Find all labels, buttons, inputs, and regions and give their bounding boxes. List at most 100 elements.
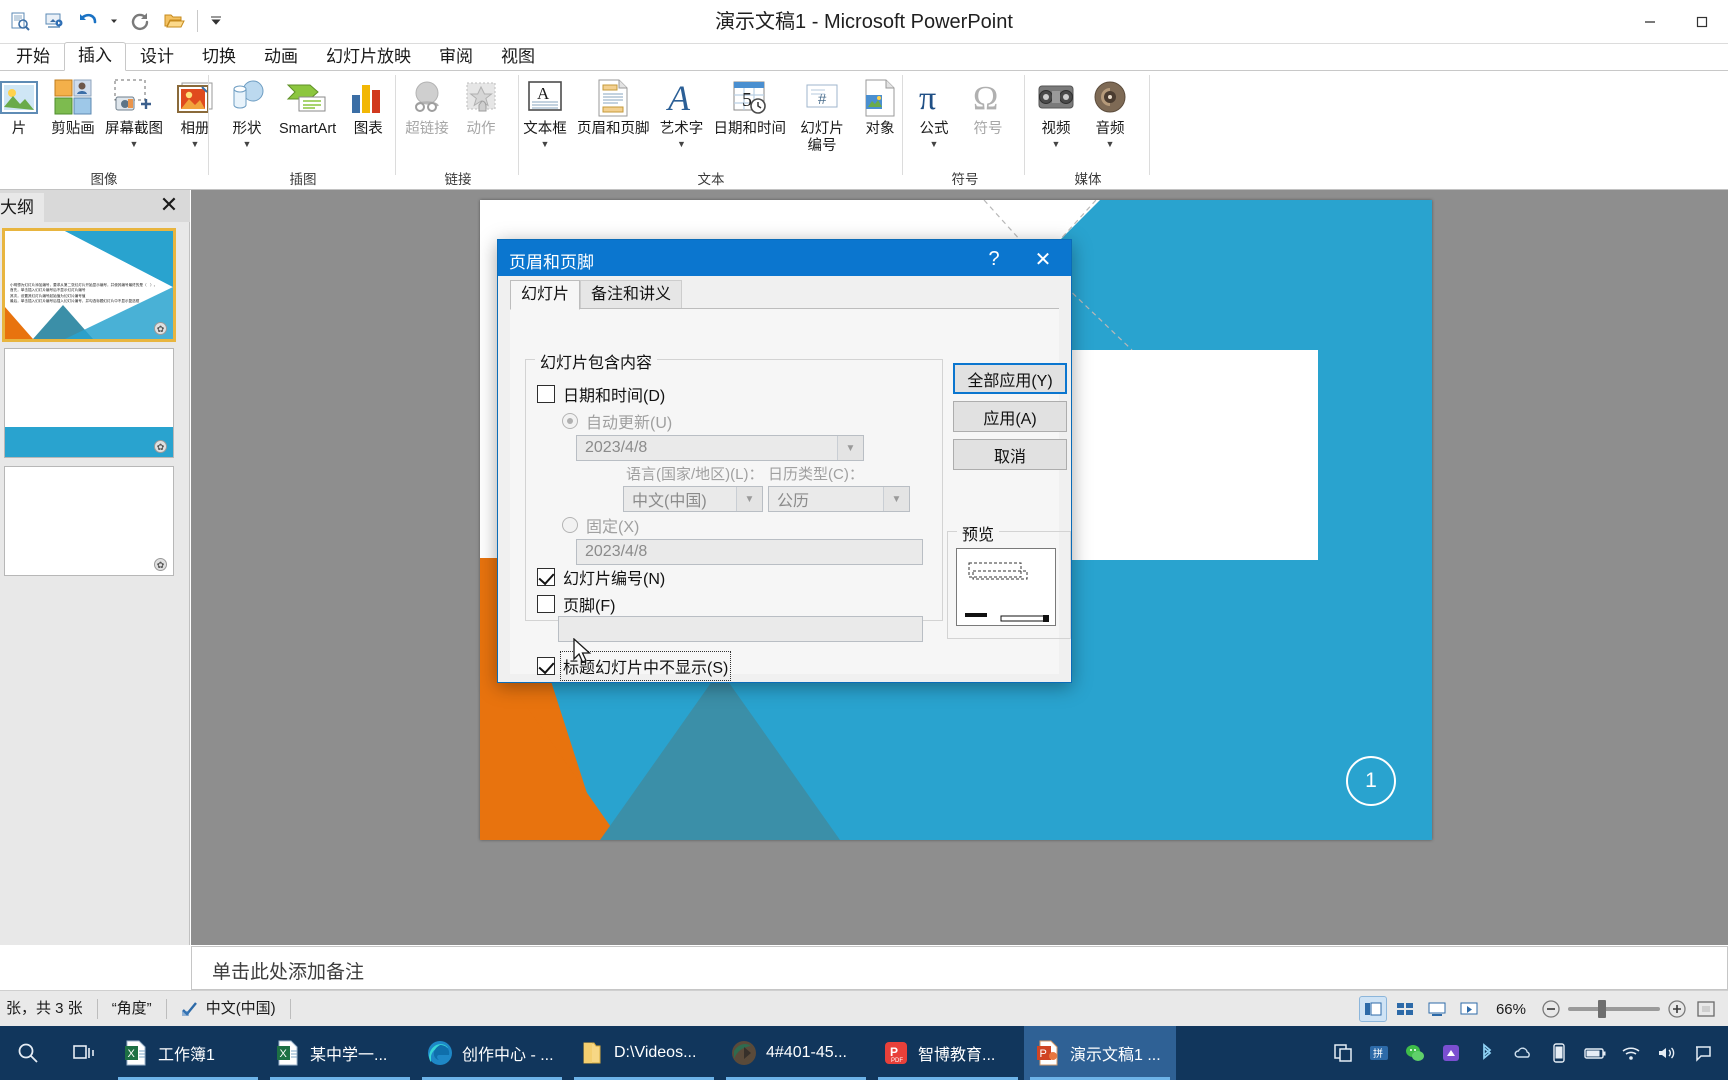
apply-button[interactable]: 应用(A) (953, 401, 1067, 432)
slide-thumbnail-3[interactable]: ✿ (4, 466, 174, 576)
notification-icon[interactable] (1686, 1026, 1720, 1080)
dialog-tab-slide[interactable]: 幻灯片 (510, 280, 581, 310)
ribbon-tab-view[interactable]: 视图 (487, 43, 549, 71)
auto-update-radio-row[interactable]: 自动更新(U) (562, 409, 672, 433)
slideshow-icon[interactable] (40, 7, 68, 35)
chevron-down-icon[interactable]: ▼ (736, 487, 762, 511)
apply-to-all-button[interactable]: 全部应用(Y) (953, 363, 1067, 394)
chevron-down-icon[interactable]: ▼ (130, 139, 139, 149)
chevron-down-icon[interactable]: ▼ (1106, 139, 1115, 149)
bluetooth-icon[interactable] (1470, 1026, 1504, 1080)
copy-icon[interactable] (1326, 1026, 1360, 1080)
dialog-tab-notes-handouts[interactable]: 备注和讲义 (580, 280, 683, 310)
zoom-slider[interactable] (1568, 1000, 1660, 1018)
auto-update-date-combo[interactable]: 2023/4/8 ▼ (576, 435, 864, 461)
ribbon-item-header-footer[interactable]: 页眉和页脚 (572, 73, 655, 138)
hide-on-title-slide-checkbox-row[interactable]: 标题幻灯片中不显示(S) (537, 651, 732, 681)
zoom-in-button[interactable] (1666, 998, 1688, 1020)
fit-to-window-button[interactable] (1694, 998, 1718, 1020)
calendar-combo[interactable]: 公历 ▼ (768, 486, 910, 512)
ribbon-tab-start[interactable]: 开始 (2, 43, 64, 71)
zoom-level-label[interactable]: 66% (1488, 1001, 1534, 1018)
taskbar-app-powerpoint[interactable]: P 演示文稿1 ... (1024, 1026, 1176, 1080)
ribbon-tab-animations[interactable]: 动画 (250, 43, 312, 71)
status-language[interactable]: 中文(中国) (167, 997, 290, 1021)
slide-sorter-view-button[interactable] (1392, 997, 1418, 1021)
volume-icon[interactable] (1650, 1026, 1684, 1080)
close-icon[interactable]: ✕ (1021, 244, 1065, 274)
restore-button[interactable] (1676, 0, 1728, 44)
zoom-slider-thumb[interactable] (1598, 1000, 1606, 1018)
ribbon-tab-insert[interactable]: 插入 (64, 42, 126, 71)
chevron-down-icon[interactable]: ▼ (677, 139, 686, 149)
input-method-icon[interactable]: 拼 (1362, 1026, 1396, 1080)
status-theme[interactable]: “角度” (98, 997, 166, 1021)
print-preview-icon[interactable] (6, 7, 34, 35)
zoom-out-button[interactable] (1540, 998, 1562, 1020)
ribbon-tab-review[interactable]: 审阅 (425, 43, 487, 71)
date-time-checkbox-row[interactable]: 日期和时间(D) (537, 382, 665, 406)
language-combo[interactable]: 中文(中国) ▼ (623, 486, 763, 512)
open-icon[interactable] (160, 7, 188, 35)
fixed-radio[interactable] (562, 517, 578, 533)
chevron-down-icon[interactable]: ▼ (191, 139, 200, 149)
close-icon[interactable]: ✕ (156, 192, 182, 218)
ribbon-item-audio[interactable]: 音频 ▼ (1083, 73, 1137, 149)
fixed-radio-row[interactable]: 固定(X) (562, 513, 639, 537)
ribbon-item-slide-number[interactable]: # 幻灯片编号 (791, 73, 853, 155)
ribbon-item-screenshot[interactable]: 屏幕截图 ▼ (100, 73, 168, 149)
redo-icon[interactable] (126, 7, 154, 35)
slideshow-view-button[interactable] (1456, 997, 1482, 1021)
ribbon-item-object[interactable]: 对象 (853, 73, 907, 138)
undo-icon[interactable] (74, 7, 102, 35)
wifi-icon[interactable] (1614, 1026, 1648, 1080)
help-icon[interactable]: ? (977, 244, 1011, 274)
customize-qat-icon[interactable] (207, 7, 225, 35)
chevron-down-icon[interactable]: ▼ (541, 139, 550, 149)
chevron-down-icon[interactable]: ▼ (1052, 139, 1061, 149)
search-icon[interactable] (0, 1026, 56, 1080)
app-icon[interactable] (1434, 1026, 1468, 1080)
slide-number-checkbox-row[interactable]: 幻灯片编号(N) (537, 565, 665, 589)
ribbon-item-clipart[interactable]: 剪贴画 (46, 73, 100, 138)
ribbon-tab-transitions[interactable]: 切换 (188, 43, 250, 71)
date-time-checkbox[interactable] (537, 385, 555, 403)
cancel-button[interactable]: 取消 (953, 439, 1067, 470)
minimize-button[interactable] (1624, 0, 1676, 44)
undo-dropdown-icon[interactable] (108, 7, 120, 35)
ribbon-item-smartart[interactable]: SmartArt (274, 73, 341, 138)
taskbar-app-excel-1[interactable]: X 工作簿1 (112, 1026, 264, 1080)
footer-checkbox[interactable] (537, 595, 555, 613)
ribbon-item-wordart[interactable]: A 艺术字 ▼ (655, 73, 709, 149)
ribbon-tab-design[interactable]: 设计 (126, 43, 188, 71)
outline-tab[interactable]: 大纲 (0, 193, 44, 222)
ribbon-item-textbox[interactable]: A 文本框 ▼ (518, 73, 572, 149)
chevron-down-icon[interactable]: ▼ (930, 139, 939, 149)
ribbon-item-equation[interactable]: π 公式 ▼ (907, 73, 961, 149)
taskbar-app-media[interactable]: 4#401-45... (720, 1026, 872, 1080)
taskbar-app-folder[interactable]: D:\Videos... (568, 1026, 720, 1080)
cloud-icon[interactable] (1506, 1026, 1540, 1080)
task-view-icon[interactable] (56, 1026, 112, 1080)
reading-view-button[interactable] (1424, 997, 1450, 1021)
ribbon-item-chart[interactable]: 图表 (341, 73, 395, 138)
ribbon-item-video[interactable]: 视频 ▼ (1029, 73, 1083, 149)
ribbon-item-date-time[interactable]: 5 日期和时间 (709, 73, 792, 138)
slide-thumbnail-2[interactable]: ✿ (4, 348, 174, 458)
auto-update-radio[interactable] (562, 413, 578, 429)
status-slide-count[interactable]: 张，共 3 张 (0, 997, 97, 1021)
slide-thumbnail-1[interactable]: 小明想为幻灯片添加编号，要求从第二张幻灯片开始显示编号，并使其编号最终的是（ ）… (2, 228, 176, 342)
chevron-down-icon[interactable]: ▼ (883, 487, 909, 511)
battery-icon[interactable] (1578, 1026, 1612, 1080)
ribbon-item-shapes[interactable]: 形状 ▼ (220, 73, 274, 149)
footer-checkbox-row[interactable]: 页脚(F) (537, 592, 615, 616)
taskbar-app-excel-2[interactable]: X 某中学一... (264, 1026, 416, 1080)
slide-number-checkbox[interactable] (537, 568, 555, 586)
fixed-date-input[interactable]: 2023/4/8 (576, 539, 923, 565)
notes-pane[interactable]: 单击此处添加备注 (191, 946, 1728, 990)
ribbon-tab-slideshow[interactable]: 幻灯片放映 (312, 43, 425, 71)
ribbon-item-picture[interactable]: 片 (0, 73, 46, 138)
taskbar-app-edge[interactable]: 创作中心 - ... (416, 1026, 568, 1080)
header-footer-dialog[interactable]: 页眉和页脚 ? ✕ 幻灯片 备注和讲义 幻灯片包含内容 日期和时间(D) 自动更… (497, 239, 1072, 683)
hide-on-title-slide-checkbox[interactable] (537, 657, 555, 675)
